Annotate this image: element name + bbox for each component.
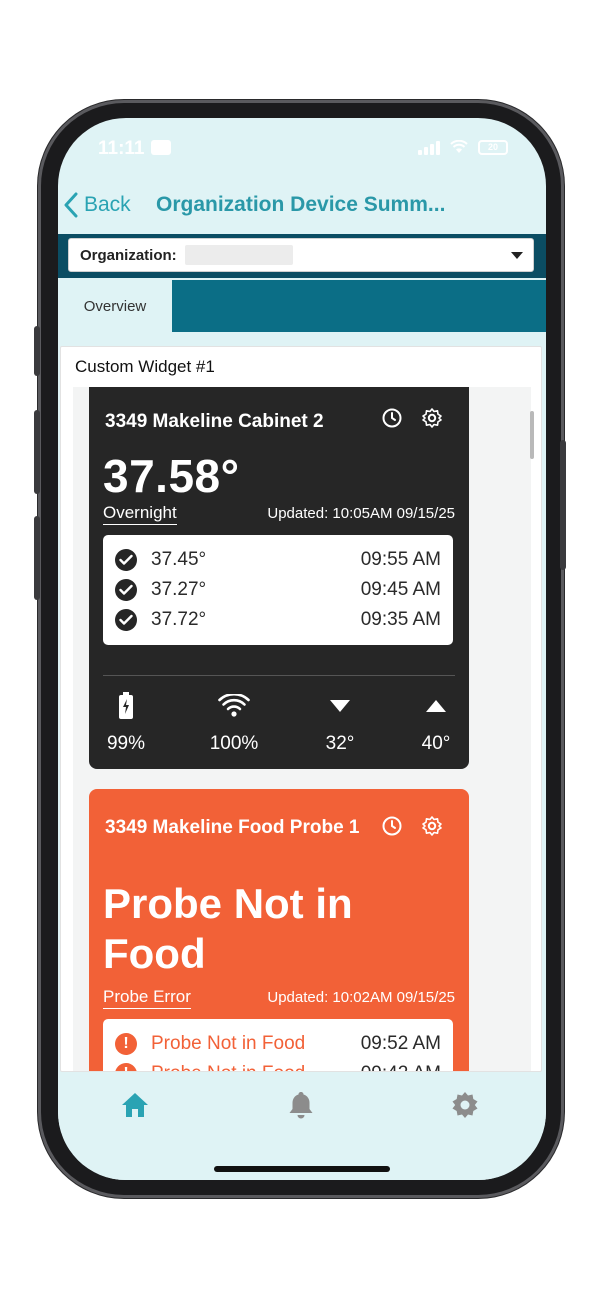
power-button [560,440,566,570]
card-divider [103,675,455,676]
organization-value-redacted [184,245,293,265]
clock-icon[interactable] [381,815,403,837]
page-title: Organization Device Summ... [156,193,446,216]
reading-row: 37.27° 09:45 AM [103,575,453,605]
dropdown-caret-icon [511,252,523,259]
signal-stat: 100% [199,691,269,755]
battery-icon [119,692,133,719]
home-indicator[interactable] [214,1166,390,1172]
gear-icon[interactable] [421,815,443,837]
alert-circle-icon: ! [115,1063,137,1071]
check-circle-icon [115,609,137,631]
device-name: 3349 Makeline Food Probe 1 [105,817,360,838]
back-button[interactable]: Back [64,192,131,218]
reading-row: ! Probe Not in Food 09:42 AM [103,1059,453,1071]
low-threshold-value: 32° [325,733,355,754]
organization-select[interactable]: Organization: [68,238,534,272]
device-name: 3349 Makeline Cabinet 2 [105,411,324,432]
tab-bar: Overview [58,280,546,332]
signal-value: 100% [209,733,259,754]
home-icon[interactable] [120,1090,150,1120]
reading-value: Probe Not in Food [151,1063,305,1071]
nav-bar: Back Organization Device Summ... [58,182,546,232]
wifi-status-icon [450,140,468,153]
widget-panel: Custom Widget #1 3349 Makeline Cabinet 2… [60,346,542,1072]
organization-bar: Organization: [58,234,546,278]
clock-icon[interactable] [381,407,403,429]
battery-value: 99% [106,733,146,754]
status-time: 11:11 [98,138,145,159]
check-circle-icon [115,579,137,601]
cellular-icon [418,139,440,155]
gear-icon[interactable] [421,407,443,429]
back-label: Back [84,193,131,216]
phone-screen: 11:11 20 Back Organization Device Summ..… [58,118,546,1180]
reading-time: 09:35 AM [360,609,441,630]
check-circle-icon [115,549,137,571]
triangle-up-icon [426,700,446,712]
updated-timestamp: Updated: 10:05AM 09/15/25 [267,505,455,522]
readings-list: 37.45° 09:55 AM 37.27° 09:45 AM 37.72° 0… [103,535,453,645]
readings-list: ! Probe Not in Food 09:52 AM ! Probe Not… [103,1019,453,1071]
scrollbar[interactable] [530,411,534,459]
reading-time: 09:55 AM [360,549,441,570]
settings-icon[interactable] [450,1090,480,1120]
volume-down-button [34,516,40,600]
device-card-food-probe[interactable]: 3349 Makeline Food Probe 1 Probe Not in … [89,789,469,1071]
alert-circle-icon: ! [115,1033,137,1055]
high-threshold-value: 40° [421,733,451,754]
battery-stat: 99% [91,691,161,755]
device-card-cabinet[interactable]: 3349 Makeline Cabinet 2 37.58° Overnight… [89,387,469,769]
reading-row: 37.45° 09:55 AM [103,545,453,575]
current-status: Probe Not in Food [103,880,353,977]
battery-status-icon: 20 [478,139,508,155]
reading-value: 37.27° [151,579,207,600]
reading-time: 09:42 AM [361,1063,441,1071]
tab-overview[interactable]: Overview [58,280,172,332]
reading-row: ! Probe Not in Food 09:52 AM [103,1029,453,1059]
status-icons: 20 [418,139,508,155]
briefcase-icon [151,140,171,155]
organization-label: Organization: [80,246,177,264]
reading-value: Probe Not in Food [151,1033,306,1054]
mute-switch [34,326,40,376]
reading-time: 09:52 AM [360,1033,441,1054]
low-threshold-stat: 32° [305,691,375,755]
status-bar: 11:11 20 [58,118,546,182]
widget-title: Custom Widget #1 [75,357,215,376]
reading-value: 37.45° [151,549,207,570]
reading-value: 37.72° [151,609,207,630]
high-threshold-stat: 40° [401,691,471,755]
triangle-down-icon [330,700,350,712]
bottom-tab-bar [58,1074,546,1180]
volume-up-button [34,410,40,494]
status-label[interactable]: Probe Error [103,987,191,1009]
status-label[interactable]: Overnight [103,503,177,525]
chevron-left-icon [64,192,78,218]
bell-icon[interactable] [286,1090,316,1120]
current-temperature: 37.58° [103,450,240,502]
reading-row: 37.72° 09:35 AM [103,605,453,635]
updated-timestamp: Updated: 10:02AM 09/15/25 [267,989,455,1006]
reading-time: 09:45 AM [360,579,441,600]
wifi-icon [218,694,250,717]
